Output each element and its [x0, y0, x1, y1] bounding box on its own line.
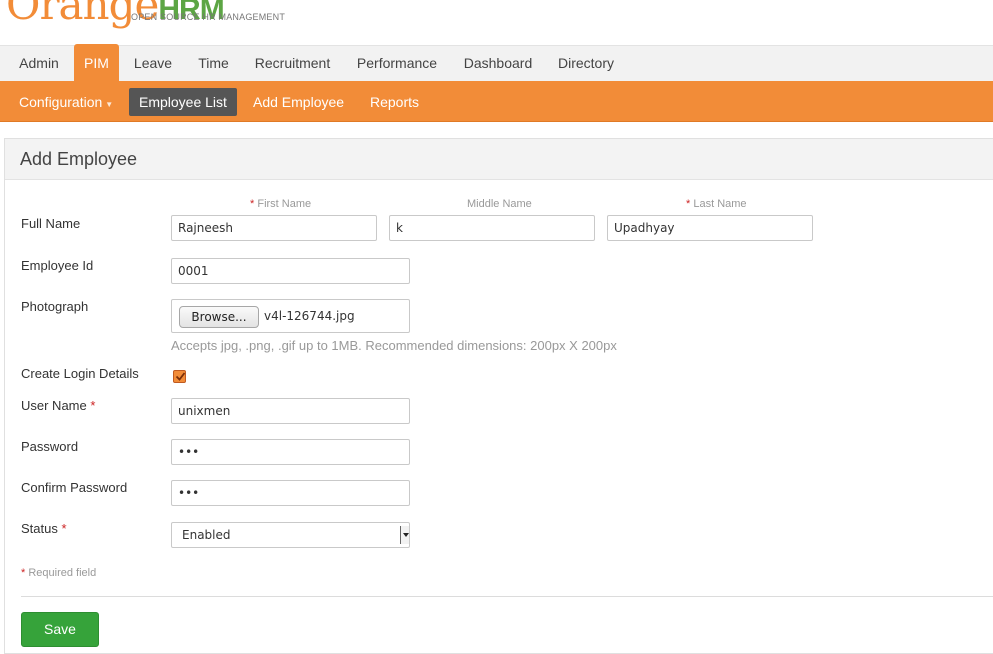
confirm-password-label: Confirm Password	[21, 480, 128, 495]
status-selected-value: Enabled	[182, 528, 231, 542]
logo-tagline: OPEN SOURCE HR MANAGEMENT	[131, 12, 286, 22]
logo-o: O	[6, 0, 40, 29]
user-name-label: User Name *	[21, 398, 95, 413]
submenu-reports[interactable]: Reports	[360, 88, 429, 116]
save-button[interactable]: Save	[21, 612, 99, 647]
selected-file-name: v4l-126744.jpg	[264, 309, 355, 323]
required-marker: *	[686, 198, 691, 210]
required-marker: *	[250, 198, 255, 210]
middle-name-input[interactable]: k	[389, 215, 595, 241]
menu-directory[interactable]: Directory	[548, 46, 624, 82]
photo-hint: Accepts jpg, .png, .gif up to 1MB. Recom…	[171, 338, 617, 353]
submenu-employee-list[interactable]: Employee List	[129, 88, 237, 116]
page-title: Add Employee	[5, 139, 993, 180]
full-name-label: Full Name	[21, 216, 81, 231]
checkmark-icon	[175, 372, 186, 381]
password-input[interactable]: •••	[171, 439, 410, 465]
required-field-note: * Required field	[21, 567, 96, 579]
confirm-password-input[interactable]: •••	[171, 480, 410, 506]
app-header: OrangeHRM OPEN SOURCE HR MANAGEMENT	[0, 0, 993, 44]
menu-pim[interactable]: PIM	[74, 44, 119, 82]
last-name-caption-text: Last Name	[693, 198, 747, 210]
employee-id-label: Employee Id	[21, 258, 94, 273]
photograph-label: Photograph	[21, 299, 89, 314]
submenu-configuration[interactable]: Configuration ▼	[9, 88, 123, 116]
employee-id-input[interactable]: 0001	[171, 258, 410, 284]
user-name-label-text: User Name	[21, 398, 87, 413]
last-name-caption: * Last Name	[686, 198, 747, 210]
required-marker: *	[21, 567, 26, 579]
menu-admin[interactable]: Admin	[9, 46, 69, 82]
menu-time[interactable]: Time	[188, 46, 239, 82]
required-marker: *	[90, 398, 96, 413]
menu-recruitment[interactable]: Recruitment	[244, 46, 341, 82]
form-divider	[21, 596, 993, 597]
submenu-add-employee[interactable]: Add Employee	[243, 88, 354, 116]
first-name-caption-text: First Name	[257, 198, 312, 210]
chevron-down-icon	[400, 526, 409, 544]
menu-dashboard[interactable]: Dashboard	[453, 46, 543, 82]
main-menu: Admin PIM Leave Time Recruitment Perform…	[0, 44, 993, 82]
create-login-label: Create Login Details	[21, 366, 139, 381]
status-label-text: Status	[21, 521, 58, 536]
submenu-configuration-label: Configuration	[19, 94, 103, 110]
browse-button[interactable]: Browse...	[179, 306, 259, 328]
photograph-file-input: Browse... v4l-126744.jpg	[171, 299, 410, 333]
required-note-text: Required field	[28, 567, 97, 579]
user-name-input[interactable]: unixmen	[171, 398, 410, 424]
status-select[interactable]: Enabled	[171, 522, 410, 548]
password-label: Password	[21, 439, 79, 454]
menu-leave[interactable]: Leave	[124, 46, 182, 82]
menu-performance[interactable]: Performance	[346, 46, 448, 82]
status-label: Status *	[21, 521, 67, 536]
chevron-down-icon: ▼	[105, 100, 114, 109]
first-name-caption: * First Name	[250, 198, 311, 210]
required-marker: *	[61, 521, 67, 536]
first-name-input[interactable]: Rajneesh	[171, 215, 377, 241]
add-employee-panel: Add Employee Full Name * First Name Midd…	[4, 138, 993, 654]
middle-name-caption: Middle Name	[467, 198, 532, 210]
last-name-input[interactable]: Upadhyay	[607, 215, 813, 241]
sub-menu: Configuration ▼ Employee List Add Employe…	[0, 81, 993, 122]
create-login-checkbox[interactable]	[173, 370, 186, 383]
